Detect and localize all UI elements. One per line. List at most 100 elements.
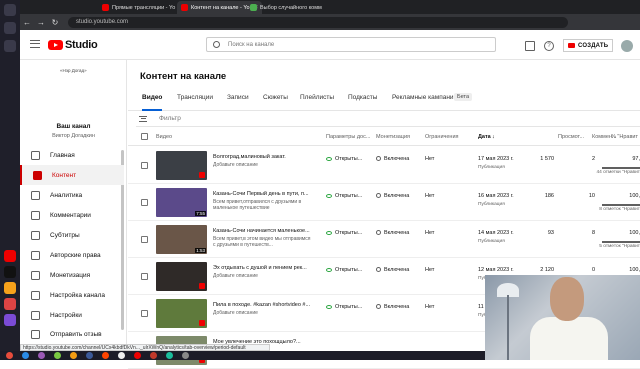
taskbar-app-icon[interactable]	[22, 352, 29, 359]
sidebar-item-content[interactable]: Контент	[20, 165, 124, 185]
video-title[interactable]: Казань-Сочи Первый день в пути, п...	[213, 191, 316, 198]
sidebar-item-monetization[interactable]: Монетизация	[20, 265, 124, 285]
monetization-cell[interactable]: Включена	[376, 304, 409, 310]
tab-shorts[interactable]: Сюжеты	[263, 94, 288, 111]
monetization-cell[interactable]: Включена	[376, 156, 409, 162]
sidebar-item-feedback[interactable]: Отправить отзыв	[20, 324, 124, 344]
column-header-access[interactable]: Параметры дос...	[326, 134, 370, 140]
video-thumbnail[interactable]	[156, 262, 207, 291]
row-checkbox[interactable]	[141, 162, 148, 169]
tab-live[interactable]: Трансляции	[177, 94, 213, 111]
row-checkbox[interactable]	[141, 199, 148, 206]
dock-app-icon[interactable]	[4, 4, 16, 16]
restrictions-value: Нет	[425, 230, 435, 236]
youtube-dock-icon[interactable]	[4, 250, 16, 262]
taskbar-app-icon[interactable]	[86, 352, 93, 359]
sidebar-item-copyright[interactable]: Авторские права	[20, 245, 124, 265]
video-thumbnail[interactable]: 7:55	[156, 188, 207, 217]
dock-app-icon[interactable]	[4, 314, 16, 326]
table-row[interactable]: 7:55 Казань-Сочи Первый день в пути, п...…	[128, 184, 640, 221]
visibility-cell[interactable]: Открыты...	[326, 267, 362, 273]
taskbar-app-icon[interactable]	[70, 352, 77, 359]
taskbar-app-icon[interactable]	[182, 352, 189, 359]
comments-value: 8	[591, 230, 595, 236]
video-thumbnail[interactable]	[156, 299, 207, 328]
sidebar-item-label: Отправить отзыв	[50, 330, 102, 338]
dock-app-icon[interactable]	[4, 40, 16, 52]
sort-arrow-icon[interactable]: ↓	[492, 134, 495, 140]
monetization-cell[interactable]: Включена	[376, 230, 409, 236]
channel-avatar[interactable]: «Нэр Догад»	[60, 68, 87, 73]
dock-app-icon[interactable]	[4, 298, 16, 310]
taskbar-app-icon[interactable]	[54, 352, 61, 359]
row-checkbox[interactable]	[141, 273, 148, 280]
taskbar-app-icon[interactable]	[102, 352, 109, 359]
taskbar-app-icon[interactable]	[38, 352, 45, 359]
video-title[interactable]: Пила в походе. #kazan #shortvideo #...	[213, 302, 316, 309]
video-title[interactable]: Волгоград,малиновый закат.	[213, 154, 316, 161]
create-button[interactable]: СОЗДАТЬ	[563, 39, 614, 52]
likes-value: 100,	[629, 193, 640, 199]
tab-videos[interactable]: Видео	[142, 94, 163, 111]
feedback-icon	[31, 329, 40, 339]
help-icon[interactable]: ?	[544, 40, 554, 51]
filter-input[interactable]: Фильтр	[136, 111, 640, 127]
dock-app-icon[interactable]	[4, 22, 16, 34]
taskbar-app-icon[interactable]	[6, 352, 13, 359]
monetization-cell[interactable]: Включена	[376, 267, 409, 273]
hamburger-menu-icon[interactable]	[30, 40, 40, 48]
taskbar-app-icon[interactable]	[150, 352, 157, 359]
visibility-cell[interactable]: Открыты...	[326, 230, 362, 236]
likes-value: 100,	[629, 267, 640, 273]
back-icon[interactable]: ←	[20, 18, 34, 27]
video-thumbnail[interactable]	[156, 151, 207, 180]
forward-icon[interactable]: →	[34, 18, 48, 27]
select-all-checkbox[interactable]	[141, 133, 148, 140]
column-header-monetization[interactable]: Монетизация	[376, 134, 410, 140]
visibility-cell[interactable]: Открыты...	[326, 156, 362, 162]
dock-app-icon[interactable]	[4, 282, 16, 294]
video-title[interactable]: Казань-Сочи начинается маленькое...	[213, 228, 316, 235]
table-row[interactable]: Волгоград,малиновый закат. Добавьте описа…	[128, 147, 640, 184]
visibility-cell[interactable]: Открыты...	[326, 193, 362, 199]
visibility-cell[interactable]: Открыты...	[326, 304, 362, 310]
row-checkbox[interactable]	[141, 310, 148, 317]
taskbar-app-icon[interactable]	[134, 352, 141, 359]
sidebar-item-label: Контент	[52, 171, 77, 179]
browser-tab[interactable]: Выбор случайного комм	[246, 1, 330, 14]
sidebar-item-subtitles[interactable]: Субтитры	[20, 225, 124, 245]
column-header-likes[interactable]: % "Нравит	[611, 134, 638, 140]
sidebar-item-customization[interactable]: Настройка канала	[20, 285, 124, 305]
row-checkbox[interactable]	[141, 236, 148, 243]
dollar-icon	[376, 267, 381, 273]
search-input[interactable]: Поиск на канале	[206, 37, 496, 52]
reload-icon[interactable]: ↻	[48, 18, 62, 27]
account-avatar[interactable]	[621, 39, 634, 52]
video-description: Всем привет,отправился с друзьями в мале…	[213, 199, 302, 211]
monetization-cell[interactable]: Включена	[376, 193, 409, 199]
column-header-date[interactable]: Дата	[478, 134, 491, 140]
tab-playlists[interactable]: Плейлисты	[300, 94, 334, 111]
sidebar-item-analytics[interactable]: Аналитика	[20, 185, 124, 205]
tab-posts[interactable]: Записи	[227, 94, 249, 111]
column-header-restrictions[interactable]: Ограничения	[425, 134, 459, 140]
subtitles-icon[interactable]	[525, 40, 535, 51]
url-field[interactable]: studio.youtube.com	[68, 16, 568, 28]
taskbar-app-icon[interactable]	[166, 352, 173, 359]
likes-value: 97,	[632, 156, 640, 162]
youtube-favicon-icon	[102, 4, 109, 11]
video-title[interactable]: Эх отдыхать с душой и пением рек...	[213, 265, 316, 272]
sidebar-item-label: Главная	[50, 151, 75, 159]
sidebar-item-comments[interactable]: Комментарии	[20, 205, 124, 225]
sidebar-item-home[interactable]: Главная	[20, 145, 124, 165]
eye-icon	[326, 156, 332, 161]
taskbar-app-icon[interactable]	[118, 352, 125, 359]
studio-logo[interactable]: Studio	[48, 39, 98, 51]
video-thumbnail[interactable]: 1:53	[156, 225, 207, 254]
tiktok-dock-icon[interactable]	[4, 266, 16, 278]
column-header-views[interactable]: Просмот...	[558, 134, 584, 140]
sidebar-item-settings[interactable]: Настройки	[20, 305, 124, 325]
tab-podcasts[interactable]: Подкасты	[348, 94, 377, 111]
table-row[interactable]: 1:53 Казань-Сочи начинается маленькое... В…	[128, 221, 640, 258]
tab-promotions[interactable]: Рекламные кампании	[392, 94, 457, 111]
